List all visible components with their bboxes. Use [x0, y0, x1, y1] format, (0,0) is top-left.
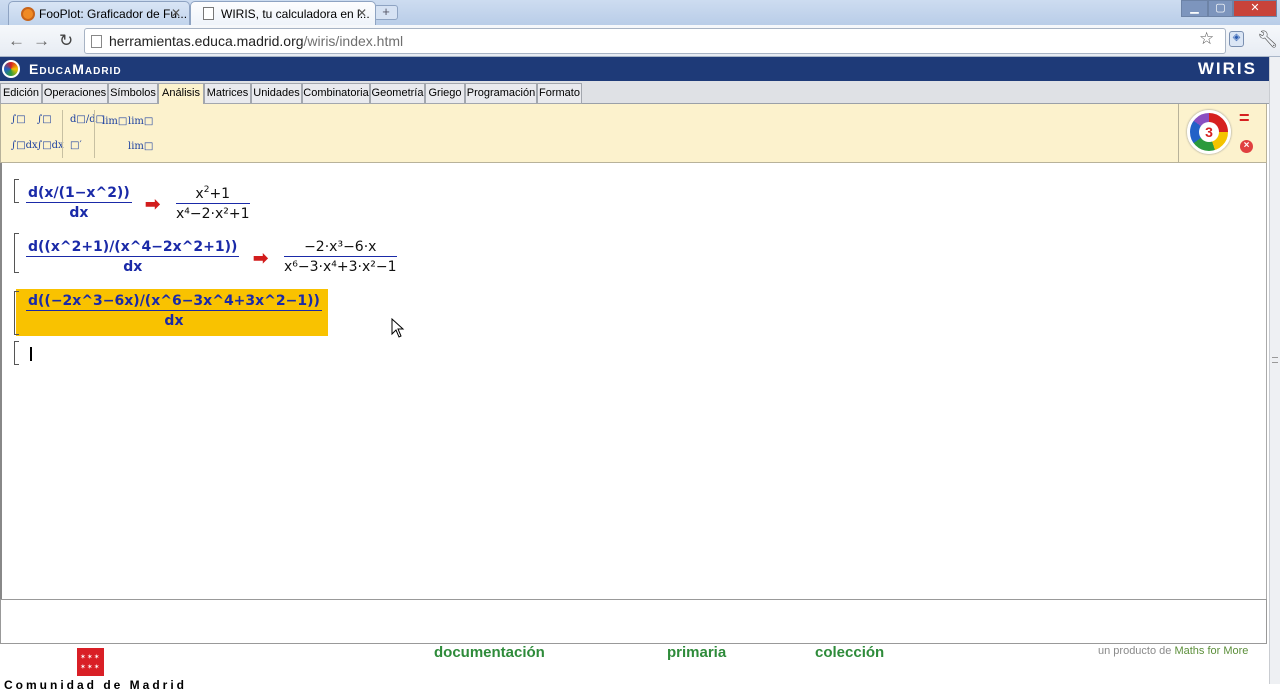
maximize-icon[interactable]: ▢ [1208, 0, 1233, 17]
expression-result-2: −2·x³−6·x x⁶−3·x⁴+3·x²−1 [284, 239, 397, 275]
address-host: herramientas.educa.madrid.org [109, 33, 304, 49]
input-denominator: dx [69, 205, 89, 221]
wiris-logo: WIRIS [1197, 59, 1257, 78]
credit-brand-link[interactable]: Maths for More [1174, 645, 1248, 657]
close-tab-icon[interactable]: ✕ [171, 6, 181, 20]
site-name[interactable]: EducaMadrid [29, 61, 122, 77]
evaluate-arrow-icon: ➡ [253, 248, 269, 268]
educamadrid-logo-icon[interactable] [2, 60, 20, 78]
minimize-icon[interactable]: ▁ [1181, 0, 1208, 17]
page-footer: ✶✶✶ ✶✶✶ documentación primaria colección… [0, 644, 1267, 692]
palette-actions: 3 = × [1178, 104, 1266, 162]
tab-geometria[interactable]: Geometría [370, 83, 425, 104]
analysis-palette: ∫□ ∫□ ∫□dx ∫□dx d□/d□ □′ lim□ lim□ lim□ … [0, 104, 1267, 163]
tab-operaciones[interactable]: Operaciones [42, 83, 108, 104]
browser-tab-fooplot[interactable]: FooPlot: Graficador de Fu... ✕ [8, 1, 190, 25]
vertical-scrollbar[interactable] [1269, 57, 1280, 684]
tab-title: WIRIS, tu calculadora en l... [221, 7, 370, 21]
page-icon [91, 35, 102, 48]
expression-input-1[interactable]: d(x/(1−x^2)) dx [26, 185, 132, 221]
tab-unidades[interactable]: Unidades [251, 83, 302, 104]
address-path: /wiris/index.html [303, 33, 404, 49]
tab-programacion[interactable]: Programación [465, 83, 537, 104]
expression-bracket[interactable] [14, 291, 19, 335]
evaluate-arrow-icon: ➡ [145, 194, 161, 214]
command-input[interactable] [0, 599, 1267, 644]
derivative-button[interactable]: d□/d□ [70, 114, 105, 125]
close-icon[interactable]: × [1240, 140, 1253, 153]
credit-text: un producto de Maths for More [1098, 645, 1248, 657]
wiris-logo-icon[interactable]: 3 [1187, 110, 1231, 154]
tab-griego[interactable]: Griego [425, 83, 465, 104]
footer-link-documentacion[interactable]: documentación [434, 644, 545, 661]
footer-link-primaria[interactable]: primaria [667, 644, 726, 661]
tab-combinatoria[interactable]: Combinatoria [302, 83, 370, 104]
expression-result-1: x2+1 x⁴−2·x²+1 [176, 185, 250, 222]
credit-prefix: un producto de [1098, 645, 1172, 657]
definite-integral-limits-button[interactable]: ∫□dx [37, 140, 64, 151]
comunidad-madrid-logo-icon[interactable]: ✶✶✶ ✶✶✶ [77, 648, 104, 676]
reload-icon[interactable]: ↻ [59, 31, 73, 51]
page-action-icon[interactable]: ◈ [1229, 31, 1244, 47]
expression-input-2[interactable]: d((x^2+1)/(x^4−2x^2+1)) dx [26, 239, 240, 275]
calculation-area[interactable]: d(x/(1−x^2)) dx ➡ x2+1 x⁴−2·x²+1 d((x^2+… [0, 163, 1267, 599]
bookmark-star-icon[interactable]: ☆ [1199, 29, 1214, 49]
limit-side-button[interactable]: lim□ [128, 116, 153, 127]
input-numerator: d((−2x^3−6x)/(x^6−3x^4+3x^2−1)) [26, 293, 322, 311]
evaluate-button[interactable]: = [1239, 108, 1250, 129]
integral-button[interactable]: ∫□ [11, 114, 26, 125]
tab-formato[interactable]: Formato [537, 83, 582, 104]
tab-analisis[interactable]: Análisis [158, 83, 204, 105]
browser-toolbar: ← → ↻ herramientas.educa.madrid.org/wiri… [0, 25, 1280, 57]
expression-bracket[interactable] [14, 179, 19, 203]
result-denominator: x⁶−3·x⁴+3·x²−1 [284, 259, 397, 275]
wiris-logo-icon: 3 [1199, 122, 1219, 142]
close-window-icon[interactable]: ✕ [1233, 0, 1277, 17]
limit-button[interactable]: lim□ [102, 116, 127, 127]
tab-edicion[interactable]: Edición [0, 83, 42, 104]
palette-separator [94, 110, 95, 158]
mouse-pointer-icon [391, 318, 405, 338]
close-tab-icon[interactable]: ✕ [357, 6, 367, 20]
palette-separator [62, 110, 63, 158]
result-term: +1 [209, 186, 231, 202]
prime-derivative-button[interactable]: □′ [70, 140, 82, 151]
expression-input-3[interactable]: d((−2x^3−6x)/(x^6−3x^4+3x^2−1)) dx [26, 293, 322, 329]
tab-title: FooPlot: Graficador de Fu... [39, 7, 188, 21]
result-numerator: x2+1 [176, 185, 250, 204]
back-arrow-icon[interactable]: ← [8, 31, 25, 51]
address-bar[interactable]: herramientas.educa.madrid.org/wiris/inde… [84, 28, 1226, 54]
limit-side-alt-button[interactable]: lim□ [128, 141, 153, 152]
input-denominator: dx [123, 259, 143, 275]
forward-arrow-icon[interactable]: → [33, 31, 50, 51]
text-caret [30, 347, 32, 361]
tab-matrices[interactable]: Matrices [204, 83, 251, 104]
input-numerator: d((x^2+1)/(x^4−2x^2+1)) [26, 239, 240, 257]
browser-tab-wiris[interactable]: WIRIS, tu calculadora en l... ✕ [190, 1, 376, 25]
result-denominator: x⁴−2·x²+1 [176, 206, 250, 222]
browser-tab-strip: FooPlot: Graficador de Fu... ✕ WIRIS, tu… [0, 0, 1280, 25]
scrollbar-grip[interactable] [1272, 357, 1278, 363]
definite-integral-button[interactable]: ∫□dx [11, 140, 38, 151]
fooplot-favicon-icon [21, 7, 35, 21]
result-base: x [195, 186, 204, 202]
tab-simbolos[interactable]: Símbolos [108, 83, 158, 104]
site-header: EducaMadrid WIRIS [0, 57, 1269, 81]
expression-bracket[interactable] [14, 341, 19, 365]
wrench-icon[interactable]: 🔧︎ [1257, 30, 1279, 50]
footer-link-coleccion[interactable]: colección [815, 644, 884, 661]
result-numerator: −2·x³−6·x [284, 239, 397, 257]
organization-name: Comunidad de Madrid [4, 678, 187, 692]
input-numerator: d(x/(1−x^2)) [26, 185, 132, 203]
menu-tab-bar: Edición Operaciones Símbolos Análisis Ma… [0, 81, 1269, 105]
page-icon [203, 7, 214, 20]
expression-bracket[interactable] [14, 233, 19, 273]
input-denominator: dx [164, 313, 184, 329]
integral-limits-button[interactable]: ∫□ [37, 114, 52, 125]
new-tab-button[interactable]: + [374, 5, 398, 20]
